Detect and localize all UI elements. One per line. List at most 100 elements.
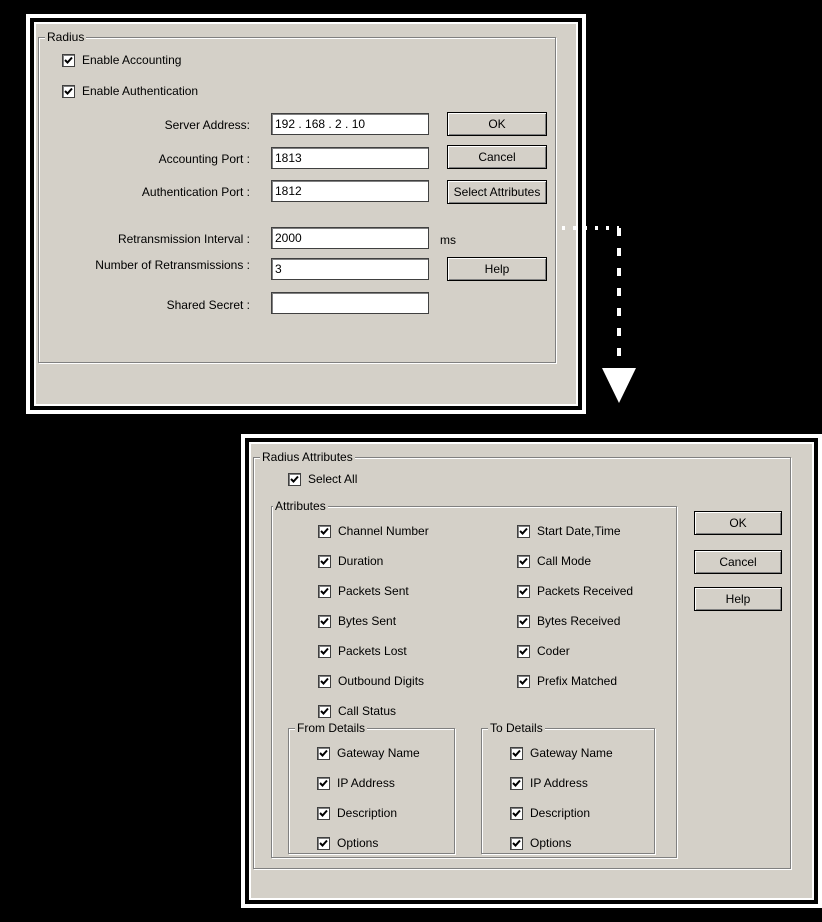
radius-dialog: Radius Enable Accounting Enable Authenti… [26,14,586,414]
enable-accounting-checkbox[interactable]: Enable Accounting [62,53,181,67]
from-detail-item-label: IP Address [337,776,395,790]
shared-secret-field[interactable] [271,292,429,314]
attribute-item-checkbox[interactable]: Start Date,Time [517,524,621,538]
retransmission-interval-field[interactable]: 2000 [271,227,429,249]
attribute-item-label: Call Status [338,704,397,718]
checkbox-check-icon [517,644,530,658]
accounting-port-field[interactable]: 1813 [271,147,429,169]
to-detail-item-checkbox[interactable]: IP Address [510,776,588,790]
num-retransmissions-field[interactable]: 3 [271,258,429,280]
select-all-checkbox[interactable]: Select All [288,472,357,486]
from-detail-item-checkbox[interactable]: IP Address [317,776,395,790]
attribute-item-label: Call Mode [537,554,592,568]
num-retransmissions-label: Number of Retransmissions : [95,258,250,272]
server-address-field[interactable]: 192 . 168 . 2 . 10 [271,113,429,135]
attributes-group-label: Attributes [273,499,328,513]
enable-accounting-label: Enable Accounting [82,53,182,67]
server-address-label: Server Address: [164,118,250,132]
checkbox-check-icon [517,584,530,598]
attribute-item-checkbox[interactable]: Prefix Matched [517,674,617,688]
attribute-item-label: Bytes Received [537,614,621,628]
attribute-item-checkbox[interactable]: Call Status [318,704,396,718]
enable-authentication-label: Enable Authentication [82,84,199,98]
checkbox-check-icon [517,524,530,538]
checkbox-check-icon [317,806,330,820]
radius-group: Radius Enable Accounting Enable Authenti… [38,30,556,363]
checkbox-check-icon [510,746,523,760]
attributes-group: Attributes Channel Number Duration Packets… [271,499,677,858]
attribute-item-checkbox[interactable]: Packets Received [517,584,633,598]
checkbox-check-icon [318,584,331,598]
from-detail-item-checkbox[interactable]: Options [317,836,378,850]
attribute-item-label: Outbound Digits [338,674,425,688]
attribute-item-label: Packets Sent [338,584,409,598]
to-detail-item-checkbox[interactable]: Description [510,806,590,820]
attribute-item-label: Packets Received [537,584,634,598]
checkbox-check-icon [288,472,301,486]
checkbox-check-icon [510,776,523,790]
checkbox-check-icon [318,674,331,688]
attribute-item-checkbox[interactable]: Outbound Digits [318,674,424,688]
attribute-item-checkbox[interactable]: Packets Lost [318,644,407,658]
enable-authentication-checkbox[interactable]: Enable Authentication [62,84,198,98]
attributes-ok-button[interactable]: OK [694,511,782,535]
attribute-item-checkbox[interactable]: Call Mode [517,554,591,568]
from-detail-item-checkbox[interactable]: Gateway Name [317,746,420,760]
radius-attributes-dialog: Radius Attributes Select All Attributes … [241,434,822,908]
to-detail-item-label: Options [530,836,572,850]
attribute-item-checkbox[interactable]: Duration [318,554,383,568]
from-detail-item-label: Gateway Name [337,746,420,760]
authentication-port-field[interactable]: 1812 [271,180,429,202]
from-detail-item-label: Options [337,836,379,850]
attribute-item-checkbox[interactable]: Packets Sent [318,584,409,598]
retransmission-interval-unit: ms [440,233,456,247]
checkbox-check-icon [317,776,330,790]
checkbox-check-icon [62,53,75,67]
select-attributes-button[interactable]: Select Attributes [447,180,547,204]
retransmission-interval-label: Retransmission Interval : [117,232,250,246]
from-details-group: From Details Gateway Name IP Address Descr… [288,721,455,854]
radius-group-label: Radius [45,30,87,44]
attribute-item-checkbox[interactable]: Bytes Received [517,614,620,628]
attribute-item-label: Packets Lost [338,644,407,658]
help-button[interactable]: Help [447,257,547,281]
checkbox-check-icon [510,806,523,820]
checkbox-check-icon [317,836,330,850]
checkbox-check-icon [318,554,331,568]
cancel-button[interactable]: Cancel [447,145,547,169]
to-detail-item-label: Gateway Name [530,746,613,760]
attributes-help-button[interactable]: Help [694,587,782,611]
to-detail-item-checkbox[interactable]: Options [510,836,571,850]
attribute-item-label: Bytes Sent [338,614,397,628]
dotted-arrow-icon [562,226,636,403]
attribute-item-checkbox[interactable]: Bytes Sent [318,614,396,628]
attribute-item-label: Prefix Matched [537,674,618,688]
accounting-port-label: Accounting Port : [158,152,250,166]
checkbox-check-icon [318,704,331,718]
select-all-label: Select All [308,472,358,486]
authentication-port-label: Authentication Port : [141,185,250,199]
attribute-item-checkbox[interactable]: Channel Number [318,524,429,538]
to-details-group: To Details Gateway Name IP Address Descrip… [481,721,655,854]
ok-button[interactable]: OK [447,112,547,136]
checkbox-check-icon [317,746,330,760]
checkbox-check-icon [318,524,331,538]
from-details-label: From Details [295,721,368,735]
checkbox-check-icon [318,644,331,658]
shared-secret-label: Shared Secret : [166,298,250,312]
attribute-item-label: Coder [537,644,570,658]
checkbox-check-icon [517,614,530,628]
attribute-item-label: Channel Number [338,524,429,538]
from-detail-item-checkbox[interactable]: Description [317,806,397,820]
attribute-item-checkbox[interactable]: Coder [517,644,570,658]
checkbox-check-icon [510,836,523,850]
to-details-label: To Details [488,721,545,735]
to-detail-item-label: IP Address [530,776,588,790]
attributes-cancel-button[interactable]: Cancel [694,550,782,574]
radius-attributes-group-label: Radius Attributes [260,450,355,464]
to-detail-item-checkbox[interactable]: Gateway Name [510,746,613,760]
checkbox-check-icon [517,554,530,568]
radius-attributes-group: Radius Attributes Select All Attributes … [253,450,791,869]
checkbox-check-icon [318,614,331,628]
to-detail-item-label: Description [530,806,591,820]
